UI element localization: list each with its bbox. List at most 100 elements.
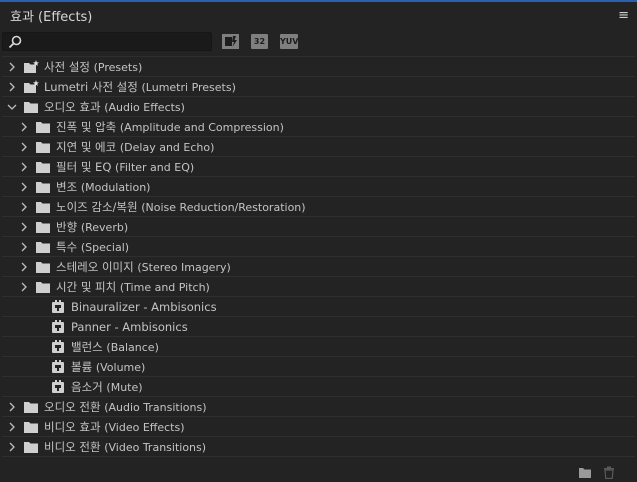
chevron-right-icon[interactable]	[18, 161, 30, 173]
audio-effect-icon	[52, 380, 64, 393]
tree-item-name: 변조	[56, 180, 78, 194]
tree-item-name: 사전 설정	[44, 60, 90, 74]
tree-item-label: 오디오 전환 (Audio Transitions)	[44, 399, 207, 416]
trash-icon[interactable]	[602, 466, 616, 479]
tree-item-label: 비디오 효과 (Video Effects)	[44, 419, 185, 436]
folder-icon	[36, 222, 50, 233]
tree-item-english-name: (Audio Effects)	[104, 101, 185, 114]
yuv-filter-button[interactable]: YUV	[280, 34, 298, 49]
effect-item[interactable]: Panner - Ambisonics	[2, 317, 635, 337]
effect-item[interactable]: 볼륨 (Volume)	[2, 357, 635, 377]
tree-item-name: 지연 및 에코	[56, 140, 117, 154]
tree-folder-row[interactable]: 진폭 및 압축 (Amplitude and Compression)	[2, 117, 635, 137]
panel-header: 효과 (Effects) ≡	[0, 2, 637, 29]
tree-item-english-name: (Lumetri Presets)	[141, 81, 236, 94]
tree-folder-row[interactable]: 사전 설정 (Presets)	[2, 57, 635, 77]
tree-item-english-name: (Presets)	[93, 61, 143, 74]
tree-item-label: 볼륨 (Volume)	[71, 359, 145, 376]
tree-item-english-name: (Volume)	[95, 361, 146, 374]
chevron-right-icon[interactable]	[6, 401, 18, 413]
tree-folder-row[interactable]: 노이즈 감소/복원 (Noise Reduction/Restoration)	[2, 197, 635, 217]
audio-effect-icon	[52, 340, 64, 353]
folder-icon	[24, 422, 38, 433]
tree-item-name: 비디오 효과	[44, 420, 101, 434]
tree-item-english-name: (Video Effects)	[104, 421, 185, 434]
chevron-right-icon[interactable]	[18, 181, 30, 193]
tree-item-english-name: (Modulation)	[80, 181, 151, 194]
search-input[interactable]	[23, 33, 203, 50]
tree-folder-row[interactable]: 특수 (Special)	[2, 237, 635, 257]
tree-folder-row[interactable]: 변조 (Modulation)	[2, 177, 635, 197]
panel-title[interactable]: 효과 (Effects)	[10, 6, 92, 25]
tree-item-name: 시간 및 피치	[56, 280, 117, 294]
tree-item-label: 스테레오 이미지 (Stereo Imagery)	[56, 259, 231, 276]
panel-menu-icon[interactable]: ≡	[618, 9, 629, 22]
tree-item-label: 음소거 (Mute)	[71, 379, 143, 396]
tree-item-name: 진폭 및 압축	[56, 120, 117, 134]
chevron-right-icon[interactable]	[6, 421, 18, 433]
32bit-filter-button[interactable]: 32	[251, 34, 268, 49]
folder-icon	[36, 202, 50, 213]
accelerated-effects-filter-button[interactable]	[222, 34, 239, 49]
tree-folder-row[interactable]: 오디오 효과 (Audio Effects)	[2, 97, 635, 117]
chevron-right-icon[interactable]	[18, 221, 30, 233]
folder-icon	[24, 102, 38, 113]
tree-item-name: 비디오 전환	[44, 440, 101, 454]
folder-icon	[36, 262, 50, 273]
tree-folder-row[interactable]: 비디오 효과 (Video Effects)	[2, 417, 635, 437]
tree-item-english-name: (Filter and EQ)	[115, 161, 195, 174]
tree-item-label: 시간 및 피치 (Time and Pitch)	[56, 279, 210, 296]
effects-toolbar: 32 YUV	[0, 30, 637, 54]
tree-folder-row[interactable]: 지연 및 에코 (Delay and Echo)	[2, 137, 635, 157]
folder-icon	[36, 242, 50, 253]
chevron-down-icon[interactable]	[6, 101, 18, 113]
tree-folder-row[interactable]: 시간 및 피치 (Time and Pitch)	[2, 277, 635, 297]
audio-effect-icon	[52, 360, 64, 373]
tree-folder-row[interactable]: 비디오 전환 (Video Transitions)	[2, 437, 635, 457]
tree-item-english-name: (Stereo Imagery)	[137, 261, 231, 274]
effect-item[interactable]: Binauralizer - Ambisonics	[2, 297, 635, 317]
tree-item-name: 밸런스	[71, 340, 103, 354]
folder-icon	[24, 442, 38, 453]
chevron-right-icon[interactable]	[6, 81, 18, 93]
chevron-right-icon[interactable]	[18, 281, 30, 293]
tree-folder-row[interactable]: 필터 및 EQ (Filter and EQ)	[2, 157, 635, 177]
preset-folder-icon	[24, 80, 39, 93]
tree-item-label: 반향 (Reverb)	[56, 219, 128, 236]
tree-folder-row[interactable]: Lumetri 사전 설정 (Lumetri Presets)	[2, 77, 635, 97]
tree-item-english-name: (Video Transitions)	[104, 441, 207, 454]
new-custom-bin-icon[interactable]	[578, 466, 592, 479]
audio-effect-icon	[52, 320, 64, 333]
effect-item[interactable]: 음소거 (Mute)	[2, 377, 635, 397]
chevron-right-icon[interactable]	[18, 261, 30, 273]
folder-icon	[24, 402, 38, 413]
tree-folder-row[interactable]: 스테레오 이미지 (Stereo Imagery)	[2, 257, 635, 277]
search-box[interactable]	[2, 32, 212, 51]
tree-item-name: 음소거	[71, 380, 103, 394]
tree-item-label: 오디오 효과 (Audio Effects)	[44, 99, 185, 116]
tree-item-name: Lumetri 사전 설정	[44, 80, 138, 94]
effects-tree: 사전 설정 (Presets) Lumetri 사전 설정 (Lumetri Pr…	[2, 56, 635, 463]
chevron-right-icon[interactable]	[6, 441, 18, 453]
tree-folder-row[interactable]: 반향 (Reverb)	[2, 217, 635, 237]
chevron-right-icon[interactable]	[18, 201, 30, 213]
tree-item-english-name: (Delay and Echo)	[119, 141, 215, 154]
folder-icon	[36, 182, 50, 193]
effect-item[interactable]: 밸런스 (Balance)	[2, 337, 635, 357]
tree-item-label: 필터 및 EQ (Filter and EQ)	[56, 159, 194, 176]
tree-item-label: 비디오 전환 (Video Transitions)	[44, 439, 206, 456]
chevron-right-icon[interactable]	[18, 141, 30, 153]
tree-item-label: 지연 및 에코 (Delay and Echo)	[56, 139, 214, 156]
tree-item-label: 특수 (Special)	[56, 239, 129, 256]
tree-item-label: 진폭 및 압축 (Amplitude and Compression)	[56, 119, 284, 136]
chevron-right-icon[interactable]	[6, 61, 18, 73]
tree-folder-row[interactable]: 오디오 전환 (Audio Transitions)	[2, 397, 635, 417]
chevron-right-icon[interactable]	[18, 241, 30, 253]
chevron-right-icon[interactable]	[18, 121, 30, 133]
search-icon	[8, 35, 22, 48]
tree-item-label: Panner - Ambisonics	[71, 319, 188, 335]
tree-item-label: 변조 (Modulation)	[56, 179, 150, 196]
tree-item-english-name: (Time and Pitch)	[119, 281, 210, 294]
tree-item-english-name: (Audio Transitions)	[104, 401, 207, 414]
folder-icon	[36, 162, 50, 173]
